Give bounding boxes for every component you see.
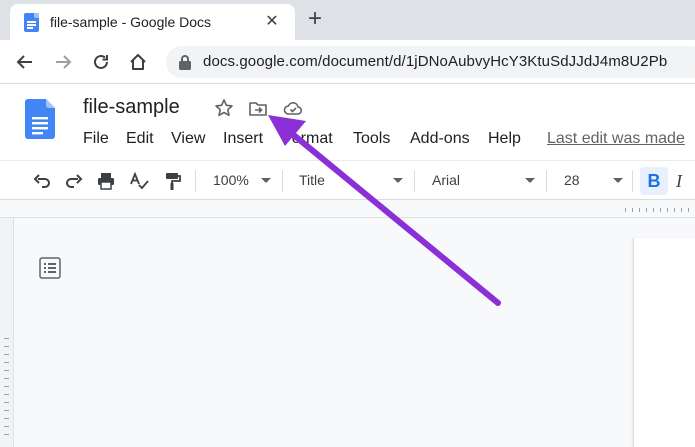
- toolbar-separator: [282, 170, 283, 192]
- docs-logo-icon[interactable]: [25, 99, 55, 139]
- document-outline-icon[interactable]: [38, 257, 62, 279]
- lock-icon: [179, 55, 191, 70]
- italic-button[interactable]: I: [676, 167, 695, 195]
- menu-tools[interactable]: Tools: [353, 128, 390, 150]
- paint-format-icon[interactable]: [162, 171, 182, 191]
- url-text: docs.google.com/document/d/1jDNoAubvyHcY…: [203, 53, 668, 70]
- back-icon[interactable]: [13, 50, 37, 74]
- ruler-ticks: [4, 338, 9, 438]
- forward-icon[interactable]: [51, 50, 75, 74]
- star-icon[interactable]: [214, 98, 234, 118]
- horizontal-ruler[interactable]: [0, 200, 695, 218]
- reload-icon[interactable]: [89, 50, 113, 74]
- toolbar-separator: [414, 170, 415, 192]
- undo-icon[interactable]: [32, 171, 52, 191]
- document-canvas[interactable]: [0, 218, 695, 447]
- docs-header: file-sample File Edit View Insert Format…: [0, 84, 695, 160]
- print-icon[interactable]: [96, 171, 116, 191]
- chevron-down-icon[interactable]: [393, 178, 403, 183]
- address-bar[interactable]: docs.google.com/document/d/1jDNoAubvyHcY…: [166, 46, 695, 78]
- new-tab-button[interactable]: +: [303, 7, 327, 32]
- move-to-folder-icon[interactable]: [248, 98, 268, 118]
- document-title[interactable]: file-sample: [83, 96, 180, 119]
- chevron-down-icon[interactable]: [613, 178, 623, 183]
- menu-help[interactable]: Help: [488, 128, 521, 150]
- browser-tab-strip: file-sample - Google Docs ✕ +: [0, 0, 695, 40]
- font-size-select[interactable]: 28: [564, 172, 580, 188]
- ruler-ticks: [625, 208, 695, 212]
- browser-nav-bar: docs.google.com/document/d/1jDNoAubvyHcY…: [0, 40, 695, 84]
- redo-icon[interactable]: [64, 171, 84, 191]
- document-page[interactable]: [633, 238, 695, 447]
- menu-insert[interactable]: Insert: [223, 128, 263, 150]
- toolbar-separator: [546, 170, 547, 192]
- cloud-saved-icon[interactable]: [283, 98, 303, 118]
- chevron-down-icon[interactable]: [525, 178, 535, 183]
- spellcheck-icon[interactable]: [129, 171, 149, 191]
- menu-file[interactable]: File: [83, 128, 109, 150]
- formatting-toolbar: 100% Title Arial 28 B I: [0, 160, 695, 200]
- browser-tab[interactable]: file-sample - Google Docs ✕: [10, 4, 295, 40]
- vertical-ruler[interactable]: [0, 218, 14, 447]
- paragraph-style-select[interactable]: Title: [299, 172, 325, 188]
- last-edit-link[interactable]: Last edit was made: [547, 130, 685, 148]
- bold-button[interactable]: B: [640, 167, 668, 195]
- menu-add-ons[interactable]: Add-ons: [410, 128, 470, 150]
- menu-format[interactable]: Format: [282, 128, 333, 150]
- docs-favicon-icon: [24, 13, 39, 32]
- toolbar-separator: [195, 170, 196, 192]
- close-tab-icon[interactable]: ✕: [262, 12, 282, 32]
- menu-edit[interactable]: Edit: [126, 128, 154, 150]
- tab-title: file-sample - Google Docs: [50, 14, 212, 30]
- toolbar-separator: [632, 170, 633, 192]
- zoom-select[interactable]: 100%: [213, 172, 249, 188]
- home-icon[interactable]: [126, 50, 150, 74]
- font-select[interactable]: Arial: [432, 172, 460, 188]
- chevron-down-icon[interactable]: [261, 178, 271, 183]
- menu-view[interactable]: View: [171, 128, 205, 150]
